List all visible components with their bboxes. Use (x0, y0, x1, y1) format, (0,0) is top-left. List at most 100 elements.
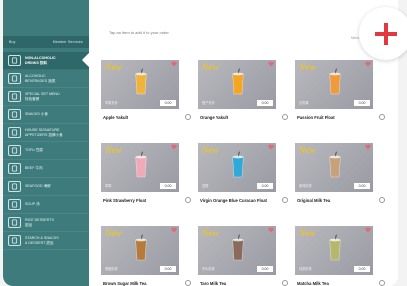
product-image[interactable]: New 草莓 0.00 (101, 143, 179, 192)
product-image[interactable]: New 百香果 0.00 (295, 60, 373, 109)
sidebar-item[interactable]: SEAFOOD 海鲜 (3, 178, 89, 196)
select-radio[interactable] (282, 114, 288, 120)
drink-illustration (232, 151, 244, 178)
favorite-icon[interactable] (171, 227, 177, 233)
product-image[interactable]: New 芋头奶茶 0.00 (198, 226, 276, 275)
starch-icon (8, 235, 21, 246)
sidebar-item[interactable]: TOFU 豆腐 (3, 142, 89, 160)
product-name: Orange Yakult (200, 115, 229, 120)
favorite-icon[interactable] (365, 61, 371, 67)
product-card[interactable]: New 苹果多多 0.00 Apple Yakult (101, 60, 191, 129)
sidebar-item[interactable]: SPECIAL SET MENU 特色套餐 (3, 88, 89, 106)
new-badge: New (105, 62, 122, 72)
product-image[interactable]: New 橙子多多 0.00 (198, 60, 276, 109)
sidebar-item[interactable]: HOUSE SIGNATURE APPETIZERS 招牌小食 (3, 124, 89, 142)
favorite-icon[interactable] (171, 144, 177, 150)
dessert-icon (8, 217, 21, 228)
new-badge: New (299, 228, 316, 238)
price-label: 0.00 (257, 266, 273, 272)
product-card[interactable]: New 橙子多多 0.00 Orange Yakult (198, 60, 288, 129)
favorite-icon[interactable] (268, 144, 274, 150)
drink-illustration (329, 68, 341, 95)
product-name: Original Milk Tea (297, 198, 331, 203)
product-image[interactable]: New 原味奶茶 0.00 (295, 143, 373, 192)
sidebar-item-label: BEEF 牛肉 (25, 166, 43, 171)
favorite-icon[interactable] (171, 61, 177, 67)
price-label: 0.00 (257, 100, 273, 106)
select-radio[interactable] (185, 197, 191, 203)
favorite-icon[interactable] (365, 227, 371, 233)
product-image[interactable]: New 黑糖奶茶 0.00 (101, 226, 179, 275)
sidebar-item-label: SEAFOOD 海鲜 (25, 184, 51, 189)
menu-app: Buy Member Services NON-ALCOHOLIC DRINKS… (3, 0, 398, 286)
select-radio[interactable] (379, 197, 385, 203)
new-badge: New (105, 145, 122, 155)
new-badge: New (202, 145, 219, 155)
sidebar-item[interactable]: SOUP 汤 (3, 196, 89, 214)
product-card[interactable]: New 抹茶奶茶 0.00 Matcha Milk Tea (295, 226, 385, 286)
product-card[interactable]: New 原味奶茶 0.00 Original Milk Tea (295, 143, 385, 212)
product-name: Passion Fruit Float (297, 115, 335, 120)
product-name: Apple Yakult (103, 115, 129, 120)
sidebar-item-label: TOFU 豆腐 (25, 148, 43, 153)
sidebar-item-label: RICE DESSERTS 甜品 (25, 218, 54, 227)
product-image[interactable]: New 苹果多多 0.00 (101, 60, 179, 109)
select-radio[interactable] (282, 197, 288, 203)
sidebar-item-label: SPECIAL SET MENU 特色套餐 (25, 92, 60, 101)
new-badge: New (299, 62, 316, 72)
sidebar-item[interactable]: NON-ALCOHOLIC DRINKS 饮料 (3, 52, 89, 70)
new-badge: New (105, 228, 122, 238)
sidebar-item[interactable]: STARCH & SNACKS & DESSERT 甜品 (3, 232, 89, 250)
sidebar-item[interactable]: ALCOHOLIC BEVERAGES 酒类 (3, 70, 89, 88)
drink-illustration (135, 151, 147, 178)
sidebar-top-left[interactable]: Buy (9, 40, 16, 44)
sidebar-item-label: ALCOHOLIC BEVERAGES 酒类 (25, 74, 56, 83)
product-card[interactable]: New 蓝橙 0.00 Virgin Orange Blue Curacao Floa… (198, 143, 288, 212)
product-name: Brown Sugar Milk Tea (103, 281, 147, 286)
sidebar-item[interactable]: BEEF 牛肉 (3, 160, 89, 178)
tofu-icon (8, 145, 21, 156)
sidebar-top-bar: Buy Member Services (3, 36, 89, 48)
sidebar-top-right[interactable]: Member Services (53, 40, 83, 44)
seafood-icon (8, 181, 21, 192)
product-image[interactable]: New 抹茶奶茶 0.00 (295, 226, 373, 275)
category-sidebar: Buy Member Services NON-ALCOHOLIC DRINKS… (3, 0, 97, 286)
product-name: Matcha Milk Tea (297, 281, 329, 286)
sidebar-item[interactable]: RICE DESSERTS 甜品 (3, 214, 89, 232)
product-cn-name: 百香果 (299, 101, 309, 105)
select-radio[interactable] (185, 114, 191, 120)
drink-illustration (232, 234, 244, 261)
favorite-icon[interactable] (365, 144, 371, 150)
appetizer-icon (8, 127, 21, 138)
product-name: Taro Milk Tea (200, 281, 227, 286)
beef-icon (8, 163, 21, 174)
product-cn-name: 橙子多多 (202, 101, 215, 105)
add-button[interactable] (359, 7, 407, 60)
product-card[interactable]: New 草莓 0.00 Pink Strawberry Float (101, 143, 191, 212)
select-radio[interactable] (379, 114, 385, 120)
product-name: Pink Strawberry Float (103, 198, 147, 203)
product-card[interactable]: New 百香果 0.00 Passion Fruit Float (295, 60, 385, 129)
drink-illustration (329, 151, 341, 178)
price-label: 0.00 (354, 100, 370, 106)
product-card[interactable]: New 芋头奶茶 0.00 Taro Milk Tea (198, 226, 288, 286)
price-label: 0.00 (257, 183, 273, 189)
sidebar-item-label: HOUSE SIGNATURE APPETIZERS 招牌小食 (25, 128, 63, 137)
product-image[interactable]: New 蓝橙 0.00 (198, 143, 276, 192)
product-cn-name: 蓝橙 (202, 184, 209, 188)
product-cn-name: 抹茶奶茶 (299, 267, 312, 271)
favorite-icon[interactable] (268, 61, 274, 67)
favorite-icon[interactable] (268, 227, 274, 233)
select-radio[interactable] (282, 280, 288, 286)
category-list: NON-ALCOHOLIC DRINKS 饮料 ALCOHOLIC BEVERAG… (3, 52, 89, 250)
select-radio[interactable] (379, 280, 385, 286)
product-cn-name: 芋头奶茶 (202, 267, 215, 271)
instruction-text: Tap an item to add it to your order (109, 30, 169, 35)
drink-illustration (135, 68, 147, 95)
new-badge: New (202, 62, 219, 72)
sidebar-item-label: NON-ALCOHOLIC DRINKS 饮料 (25, 56, 56, 65)
sidebar-item[interactable]: SNACKS 小食 (3, 106, 89, 124)
price-label: 0.00 (160, 100, 176, 106)
select-radio[interactable] (185, 280, 191, 286)
product-card[interactable]: New 黑糖奶茶 0.00 Brown Sugar Milk Tea (101, 226, 191, 286)
